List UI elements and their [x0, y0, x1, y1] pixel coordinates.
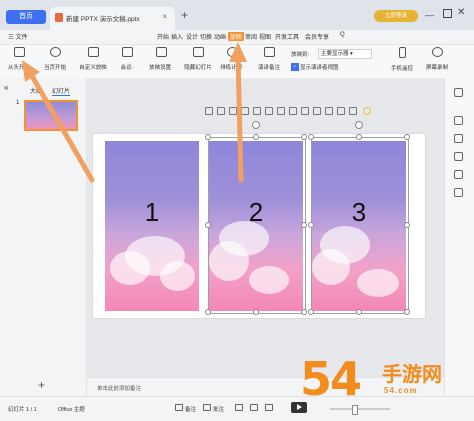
arrow-to-slideshow-tab	[229, 42, 247, 183]
watermark-url: 54.com	[384, 386, 418, 395]
site-watermark-logo: 54 手游网 54.com	[300, 352, 470, 416]
watermark-number: 54	[300, 352, 362, 406]
watermark-site-name: 手游网	[382, 364, 442, 386]
arrow-to-play-from-start	[22, 60, 95, 183]
